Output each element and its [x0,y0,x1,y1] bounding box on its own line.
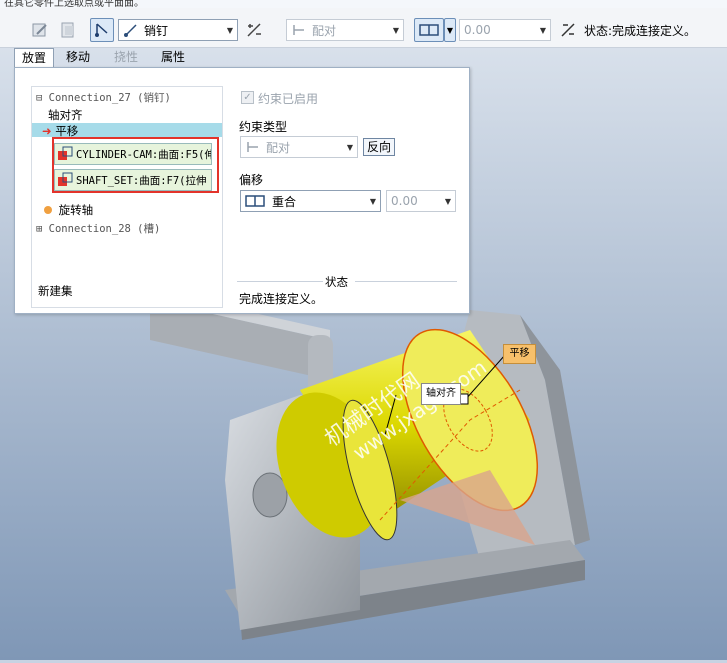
offset-value-input[interactable]: 0.00 ▼ [386,190,456,212]
chevron-down-icon: ▼ [369,196,377,206]
offset-input[interactable]: 0.00 ▼ [459,19,551,41]
constraint-enabled-label: 约束已启用 [258,92,319,106]
tab-placement[interactable]: 放置 [14,48,54,68]
highlight-box [52,137,219,193]
flip-icon[interactable] [242,18,266,42]
constraint-dropdown[interactable]: 配对 ▼ [286,19,404,41]
collapse-icon[interactable]: ⊟ [36,92,42,104]
translate-label: 平移 [55,124,79,138]
connection-type-value: 销钉 [144,23,169,38]
coincident-icon [245,195,265,207]
offset-type-value: 重合 [272,194,297,209]
dot-icon [44,206,52,214]
chevron-down-icon: ▼ [539,25,547,35]
expand-icon[interactable]: ⊞ [36,223,42,235]
tab-properties[interactable]: 属性 [155,48,191,68]
mate-icon [247,142,258,152]
status-divider-right [355,281,457,282]
connection-tree[interactable]: ⊟ Connection_27 (销钉) 轴对齐 ➜ 平移 CYLINDER-C… [31,86,223,308]
tree-item-connection27[interactable]: ⊟ Connection_27 (销钉) [36,90,171,105]
tag-axis-align[interactable]: 轴对齐 [421,383,461,405]
status-message: 完成连接定义。 [239,292,324,306]
placement-panel: ⊟ Connection_27 (销钉) 轴对齐 ➜ 平移 CYLINDER-C… [14,67,470,314]
arrow-icon: ➜ [42,124,52,138]
status-icon [556,18,580,42]
status-label: 状态 [325,275,348,289]
tab-move[interactable]: 移动 [60,48,96,68]
tree-item-rotation-axis[interactable]: 旋转轴 [44,202,93,218]
tag-translate[interactable]: 平移 [503,344,536,364]
status-divider-left [237,281,323,282]
rotation-axis-label: 旋转轴 [58,203,94,217]
edit-icon[interactable] [28,18,52,42]
constraint-enabled-checkbox[interactable]: ✓ [241,91,254,104]
chevron-down-icon: ▼ [392,25,400,35]
dashboard-toolbar: 销钉 ▼ 配对 ▼ ▼ 0.00 ▼ 状态:完成连接定义。 [0,8,727,48]
pin-icon [124,24,137,37]
constraint-type-label: 约束类型 [239,120,288,134]
offset-value: 0.00 [464,23,491,37]
reverse-button[interactable]: 反向 [363,138,396,156]
connection27-label: Connection_27 (销钉) [48,92,171,104]
coincident-icon[interactable] [414,18,444,42]
constraint-value: 配对 [312,23,337,38]
message-line: 在其它零件上选取点或平面面。 [0,0,727,8]
chevron-down-icon: ▼ [226,25,234,35]
sheet-icon[interactable] [56,18,80,42]
new-set-link[interactable]: 新建集 [38,283,73,299]
tab-bar: 放置 移动 挠性 属性 [0,48,470,68]
tab-flexibility[interactable]: 挠性 [108,48,144,68]
connection28-label: Connection_28 (槽) [48,223,161,235]
tree-item-connection28[interactable]: ⊞ Connection_28 (槽) [36,221,160,236]
offset-value: 0.00 [391,194,418,208]
status-text: 状态:完成连接定义。 [584,24,697,38]
tree-item-axis-align[interactable]: 轴对齐 [48,107,83,123]
chevron-down-icon: ▼ [444,196,452,206]
connection-type-dropdown[interactable]: 销钉 ▼ [118,19,238,41]
constraint-type-dropdown[interactable]: 配对 ▼ [240,136,358,158]
chevron-down-icon: ▼ [346,142,354,152]
mate-icon [293,25,304,35]
constraint-type-value: 配对 [266,140,291,155]
chevron-down-icon[interactable]: ▼ [444,18,456,42]
offset-type-dropdown[interactable]: 重合 ▼ [240,190,381,212]
connection-icon[interactable] [90,18,114,42]
offset-label: 偏移 [239,173,264,187]
